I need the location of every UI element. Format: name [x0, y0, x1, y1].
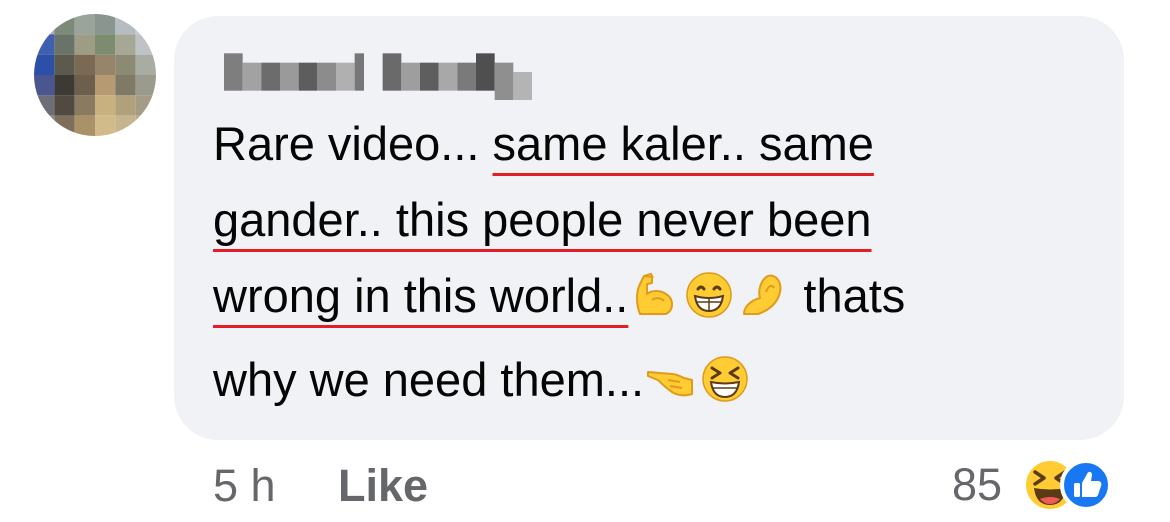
- grinning-face-icon: [684, 270, 734, 320]
- reaction-count[interactable]: 85: [952, 459, 1002, 511]
- reactions-summary[interactable]: 85: [952, 450, 1116, 520]
- misspelled-text: wrong in this world..: [213, 269, 629, 322]
- flexed-biceps-icon: [630, 270, 680, 320]
- comment-text-segment: thats: [790, 269, 906, 322]
- comment-text-line-3: wrong in this world.. thats: [213, 268, 905, 324]
- backhand-pointing-left-icon: [646, 354, 696, 404]
- pinching-hand-icon: [738, 270, 788, 320]
- squinting-laughing-face-icon: [700, 354, 750, 404]
- reaction-icons[interactable]: [1016, 453, 1116, 517]
- avatar[interactable]: [34, 14, 156, 136]
- comment-text-segment: Rare video...: [213, 117, 493, 170]
- comment-text-segment: why we need them...: [213, 353, 645, 406]
- misspelled-text: same kaler.. same: [492, 117, 874, 170]
- like-reaction-icon: [1060, 459, 1113, 511]
- author-name[interactable]: [213, 44, 543, 100]
- comment-text-line-1: Rare video... same kaler.. same: [213, 116, 874, 172]
- like-button[interactable]: Like: [338, 456, 428, 516]
- comment-text-line-2: gander.. this people never been: [213, 192, 872, 248]
- comment-text-line-4: why we need them...: [213, 352, 752, 408]
- comment-timestamp[interactable]: 5 h: [213, 456, 276, 516]
- misspelled-text: gander.. this people never been: [213, 193, 872, 246]
